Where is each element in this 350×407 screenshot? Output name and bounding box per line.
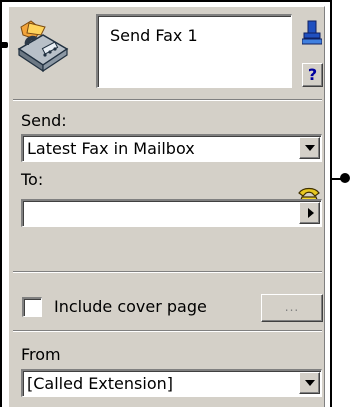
divider — [13, 330, 322, 332]
divider — [13, 99, 322, 101]
node-header: Send Fax 1 ? — [9, 7, 326, 99]
from-label: From — [21, 345, 61, 364]
node-name-text: Send Fax 1 — [110, 26, 198, 45]
cover-page-browse-button[interactable]: ... — [261, 294, 323, 322]
send-label: Send: — [21, 111, 67, 130]
connector-line-left — [0, 0, 2, 407]
connector-line-top — [0, 0, 332, 2]
chevron-down-icon — [305, 145, 315, 151]
node-name-field[interactable]: Send Fax 1 — [96, 14, 292, 88]
chevron-right-icon — [308, 208, 314, 218]
connector-node-left — [0, 42, 8, 48]
divider — [13, 271, 322, 273]
help-button[interactable]: ? — [302, 63, 323, 87]
send-dropdown-button[interactable] — [299, 137, 320, 159]
to-expand-button[interactable] — [299, 202, 320, 224]
stamp-icon[interactable] — [302, 19, 322, 45]
connector-line-right — [330, 0, 332, 407]
send-dropdown[interactable]: Latest Fax in Mailbox — [21, 134, 322, 162]
include-cover-page-checkbox[interactable] — [22, 297, 42, 317]
to-field[interactable] — [21, 199, 322, 227]
chevron-down-icon — [305, 380, 315, 386]
connector-output-node[interactable] — [340, 173, 350, 183]
from-dropdown-button[interactable] — [299, 372, 320, 394]
to-label: To: — [21, 170, 44, 189]
include-cover-page-label: Include cover page — [54, 297, 207, 316]
from-dropdown[interactable]: [Called Extension] — [21, 369, 322, 397]
from-dropdown-value: [Called Extension] — [27, 374, 173, 393]
send-dropdown-value: Latest Fax in Mailbox — [27, 139, 195, 158]
send-fax-node-panel[interactable]: Send Fax 1 ? Send: Latest Fax in Mailbox… — [8, 6, 325, 407]
fax-machine-icon — [17, 20, 69, 73]
